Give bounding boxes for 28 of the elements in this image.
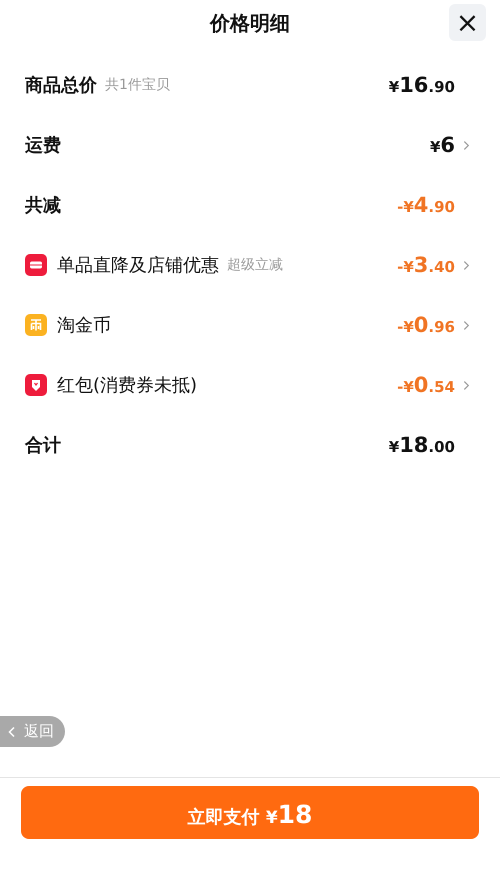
price-amount: -¥0.54 [397,373,455,397]
row-note: 共1件宝贝 [105,76,170,94]
chevron-left-icon [8,726,16,738]
row-label: 运费 [25,134,61,157]
close-button[interactable]: × [449,4,486,41]
price-amount: -¥4.90 [397,193,455,217]
coin-icon [25,314,47,336]
chevron-right-icon[interactable] [463,320,470,330]
chevron-right-icon[interactable] [463,260,470,270]
row-label: 共减 [25,194,61,217]
price-amount: ¥18.00 [388,433,455,457]
row-note: 超级立减 [227,256,283,274]
price-amount: ¥16.90 [388,73,455,97]
chevron-right-icon[interactable] [463,380,470,390]
chevron-right-icon[interactable] [463,140,470,150]
back-button[interactable]: 返回 [0,716,65,747]
row-label: 商品总价 [25,74,97,97]
price-amount: ¥6 [430,133,455,157]
row-label: 淘金币 [57,314,111,337]
panel-title: 价格明细 [210,10,290,36]
discount-icon [25,254,47,276]
price-amount: -¥3.40 [397,253,455,277]
row-label: 合计 [25,434,61,457]
price-amount: -¥0.96 [397,313,455,337]
row-label: 单品直降及店铺优惠 [57,254,219,277]
shield-badge-icon [25,374,47,396]
pay-now-button[interactable]: 立即支付 ¥18 [21,786,479,839]
row-label: 红包(消费券未抵) [57,374,198,397]
